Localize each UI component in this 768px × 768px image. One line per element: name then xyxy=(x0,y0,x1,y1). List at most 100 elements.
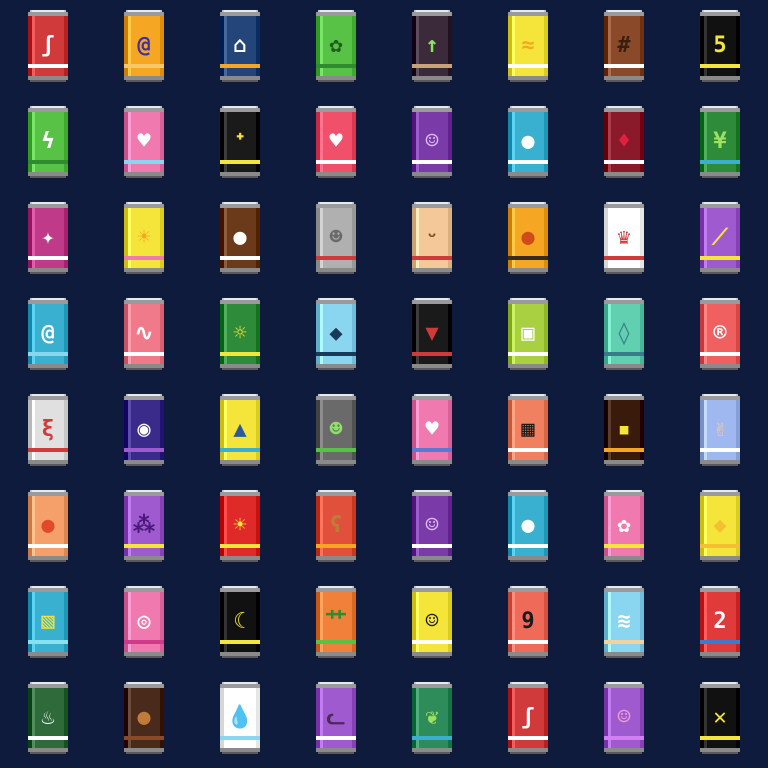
soda-can[interactable]: ◉ xyxy=(122,394,166,466)
soda-can[interactable]: ☺ xyxy=(410,586,454,658)
soda-can[interactable]: ▦ xyxy=(506,394,550,466)
grapes-icon xyxy=(124,490,164,562)
soda-can[interactable]: ◎ xyxy=(122,586,166,658)
soda-can[interactable]: ● xyxy=(506,490,550,562)
soda-can[interactable]: ≈ xyxy=(506,10,550,82)
fangs-icon xyxy=(412,298,452,370)
lightning-icon xyxy=(28,106,68,178)
sparkle-icon xyxy=(28,202,68,274)
soda-can[interactable]: @ xyxy=(26,298,70,370)
fruit-icon xyxy=(508,202,548,274)
smiley-icon xyxy=(412,106,452,178)
soda-can[interactable]: ¥ xyxy=(698,106,742,178)
soda-can[interactable]: @ xyxy=(122,10,166,82)
soda-can[interactable]: ♦ xyxy=(602,106,646,178)
soda-can[interactable]: ∿ xyxy=(122,298,166,370)
soda-can[interactable]: ʕ xyxy=(314,490,358,562)
soda-can[interactable]: ♥ xyxy=(122,106,166,178)
spiral-icon xyxy=(28,298,68,370)
soda-can[interactable]: ☼ xyxy=(218,298,262,370)
soda-can[interactable]: ® xyxy=(698,298,742,370)
soda-can[interactable]: ♥ xyxy=(410,394,454,466)
soda-can[interactable]: ◆ xyxy=(698,490,742,562)
soda-can[interactable]: ♥ xyxy=(314,106,358,178)
soda-can[interactable]: ☻ xyxy=(314,394,358,466)
line-graph-icon xyxy=(124,298,164,370)
coffee-bean-icon xyxy=(220,202,260,274)
soda-can[interactable]: ▧ xyxy=(26,586,70,658)
flowers-icon xyxy=(604,490,644,562)
soda-can[interactable]: 9 xyxy=(506,586,550,658)
soda-can[interactable]: ≋ xyxy=(602,586,646,658)
soda-can[interactable]: ✌ xyxy=(698,394,742,466)
soda-can[interactable]: ● xyxy=(122,682,166,754)
bear-icon xyxy=(316,490,356,562)
soda-can[interactable]: ⌂ xyxy=(218,10,262,82)
moon-icon xyxy=(220,586,260,658)
soda-can[interactable]: ● xyxy=(218,202,262,274)
princess-icon xyxy=(604,202,644,274)
dot-icon xyxy=(508,490,548,562)
gem-icon xyxy=(604,298,644,370)
soda-can[interactable]: ● xyxy=(26,490,70,562)
soda-can[interactable]: 2 xyxy=(698,586,742,658)
registered-icon xyxy=(700,298,740,370)
water-drop-icon xyxy=(220,682,260,754)
leaf-face-icon xyxy=(316,10,356,82)
shark-icon xyxy=(316,298,356,370)
leaf-icon xyxy=(412,682,452,754)
soda-can[interactable]: ● xyxy=(506,202,550,274)
soda-can[interactable]: ξ xyxy=(26,394,70,466)
soda-can[interactable]: ⁂ xyxy=(122,490,166,562)
soda-can[interactable]: ʃ xyxy=(26,10,70,82)
soda-can[interactable]: ▼ xyxy=(410,298,454,370)
cat-icon xyxy=(316,682,356,754)
soda-can[interactable]: ☺ xyxy=(602,682,646,754)
soda-can[interactable]: ☀ xyxy=(218,490,262,562)
soda-can[interactable]: ❦ xyxy=(410,682,454,754)
apple-icon xyxy=(28,490,68,562)
soda-can[interactable]: ☺ xyxy=(410,106,454,178)
soda-can[interactable]: ✕ xyxy=(698,682,742,754)
soda-can[interactable]: 💧 xyxy=(218,682,262,754)
heart-badge-icon xyxy=(124,106,164,178)
qr-box-icon xyxy=(508,298,548,370)
soda-can[interactable]: ☻ xyxy=(314,202,358,274)
dot-icon xyxy=(508,106,548,178)
scribble-icon xyxy=(508,682,548,754)
soda-can[interactable]: ϟ xyxy=(26,106,70,178)
soda-can[interactable]: ✦ xyxy=(26,202,70,274)
running-man-icon xyxy=(220,106,260,178)
mountain-icon xyxy=(220,10,260,82)
rainbow-icon xyxy=(700,586,740,658)
grass-icon xyxy=(316,586,356,658)
soda-can[interactable]: ☀ xyxy=(122,202,166,274)
soda-can[interactable]: ⟋ xyxy=(698,202,742,274)
soda-can[interactable]: # xyxy=(602,10,646,82)
soda-can[interactable]: ᐩ xyxy=(218,106,262,178)
steaming-bowl-icon xyxy=(28,682,68,754)
soda-can[interactable]: ◊ xyxy=(602,298,646,370)
soda-can[interactable]: ☾ xyxy=(218,586,262,658)
soda-can[interactable]: ᵕ xyxy=(410,202,454,274)
heart-icon xyxy=(316,106,356,178)
soda-can[interactable]: ▣ xyxy=(506,298,550,370)
soda-can[interactable]: ♨ xyxy=(26,682,70,754)
soda-can[interactable]: ▲ xyxy=(218,394,262,466)
eye-icon xyxy=(124,394,164,466)
soda-can[interactable]: ♛ xyxy=(602,202,646,274)
soda-can[interactable]: ☺ xyxy=(410,490,454,562)
soda-can[interactable]: ✿ xyxy=(602,490,646,562)
night-window-icon xyxy=(604,394,644,466)
soda-can[interactable]: ▪ xyxy=(602,394,646,466)
soda-can[interactable]: ʃ xyxy=(506,682,550,754)
soda-can[interactable]: ⺾ xyxy=(314,586,358,658)
soda-can[interactable]: ᓚ xyxy=(314,682,358,754)
soda-can[interactable]: ✿ xyxy=(314,10,358,82)
smiley-icon xyxy=(412,490,452,562)
soda-can[interactable]: ◆ xyxy=(314,298,358,370)
soda-can[interactable]: ● xyxy=(506,106,550,178)
bulb-icon xyxy=(124,202,164,274)
soda-can[interactable]: ↑ xyxy=(410,10,454,82)
soda-can[interactable]: 5 xyxy=(698,10,742,82)
